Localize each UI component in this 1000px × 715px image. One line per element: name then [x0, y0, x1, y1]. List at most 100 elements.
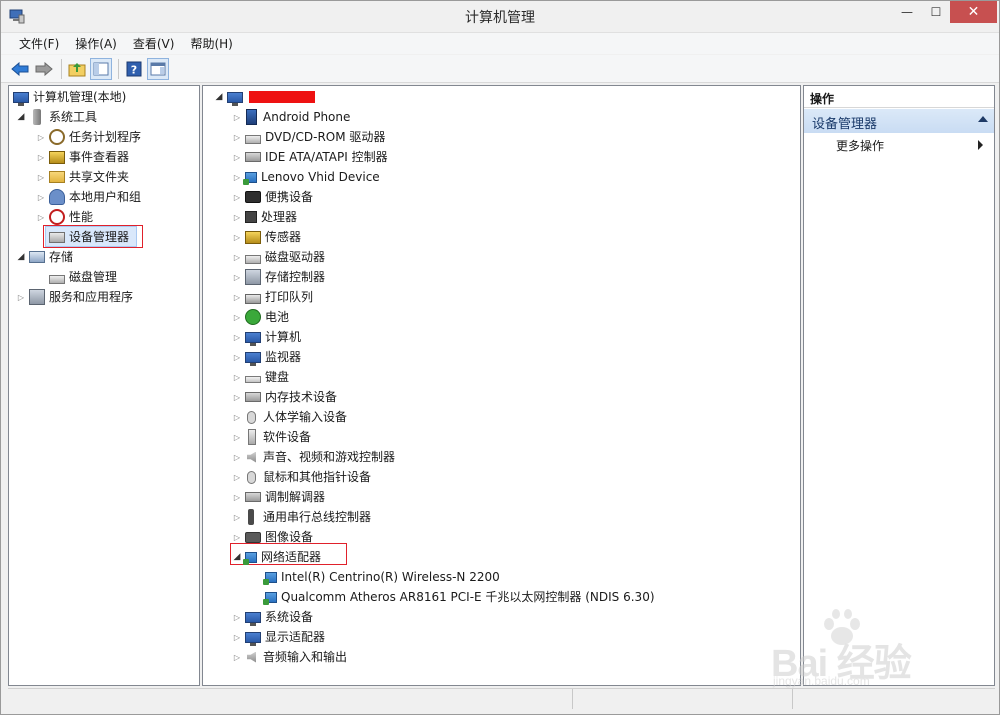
device-category[interactable]: ▷ 人体学输入设备	[231, 407, 347, 427]
submenu-arrow-icon	[978, 140, 983, 150]
collapse-arrow-icon[interactable]: ◢	[15, 247, 27, 267]
device-category[interactable]: ▷ 传感器	[231, 227, 301, 247]
expand-arrow-icon[interactable]: ▷	[231, 327, 243, 347]
maximize-button[interactable]: ☐	[922, 1, 950, 23]
tree-event-viewer[interactable]: ▷ 事件查看器	[35, 147, 129, 167]
more-actions-item[interactable]: 更多操作	[836, 137, 884, 154]
device-category[interactable]: ▷ 通用串行总线控制器	[231, 507, 371, 527]
expand-arrow-icon[interactable]: ▷	[231, 127, 243, 147]
forward-arrow-icon[interactable]	[33, 58, 55, 80]
expand-arrow-icon[interactable]: ▷	[231, 507, 243, 527]
device-category[interactable]: ▷ 计算机	[231, 327, 301, 347]
menu-action[interactable]: 操作(A)	[67, 33, 125, 55]
expand-arrow-icon[interactable]: ▷	[231, 107, 243, 127]
menu-file[interactable]: 文件(F)	[11, 33, 67, 55]
up-folder-icon[interactable]	[66, 58, 88, 80]
system-device-icon	[245, 611, 261, 626]
device-category[interactable]: ▷ 音频输入和输出	[231, 647, 347, 667]
device-tree[interactable]: ◢ ▷ Android Phone ▷ DVD/CD-ROM 驱动器 ▷ IDE…	[202, 85, 801, 686]
show-hide-tree-icon[interactable]	[90, 57, 112, 80]
tree-local-users[interactable]: ▷ 本地用户和组	[35, 187, 141, 207]
status-bar	[8, 688, 995, 710]
tree-root[interactable]: 计算机管理(本地)	[11, 87, 126, 107]
properties-icon[interactable]	[147, 57, 169, 80]
device-category[interactable]: ▷ IDE ATA/ATAPI 控制器	[231, 147, 388, 167]
back-arrow-icon[interactable]	[9, 58, 31, 80]
expand-arrow-icon[interactable]: ▷	[35, 147, 47, 167]
device-category[interactable]: ▷ 显示适配器	[231, 627, 325, 647]
collapse-arrow-icon[interactable]: ◢	[213, 87, 225, 107]
device-category[interactable]: ▷ Android Phone	[231, 107, 350, 127]
device-category[interactable]: ▷ 键盘	[231, 367, 289, 387]
expand-arrow-icon[interactable]: ▷	[231, 467, 243, 487]
expand-arrow-icon[interactable]: ▷	[15, 287, 27, 307]
expand-arrow-icon[interactable]: ▷	[231, 607, 243, 627]
printer-icon	[245, 293, 261, 304]
device-category[interactable]: ▷ 声音、视频和游戏控制器	[231, 447, 395, 467]
collapse-caret-icon[interactable]	[978, 116, 988, 122]
monitor-icon	[245, 351, 261, 366]
expand-arrow-icon[interactable]: ▷	[231, 407, 243, 427]
device-category[interactable]: ▷ 系统设备	[231, 607, 313, 627]
device-category[interactable]: ▷ 打印队列	[231, 287, 313, 307]
close-button[interactable]: ✕	[950, 1, 997, 23]
expand-arrow-icon[interactable]: ▷	[231, 227, 243, 247]
menu-help[interactable]: 帮助(H)	[182, 33, 240, 55]
console-tree[interactable]: 计算机管理(本地) ◢ 系统工具 ▷ 任务计划程序 ▷ 事件查看器 ▷ 共享文件…	[8, 85, 200, 686]
collapse-arrow-icon[interactable]: ◢	[15, 107, 27, 127]
tree-performance[interactable]: ▷ 性能	[35, 207, 93, 227]
expand-arrow-icon[interactable]: ▷	[231, 307, 243, 327]
tree-services-apps[interactable]: ▷ 服务和应用程序	[15, 287, 133, 307]
menu-view[interactable]: 查看(V)	[125, 33, 183, 55]
expand-arrow-icon[interactable]: ▷	[231, 447, 243, 467]
device-tree-root[interactable]: ◢	[213, 87, 315, 107]
device-category[interactable]: ▷ 处理器	[231, 207, 297, 227]
expand-arrow-icon[interactable]: ▷	[231, 267, 243, 287]
expand-arrow-icon[interactable]: ▷	[231, 167, 243, 187]
expand-arrow-icon[interactable]: ▷	[231, 647, 243, 667]
expand-arrow-icon[interactable]: ▷	[35, 167, 47, 187]
title-bar[interactable]: 计算机管理 — ☐ ✕	[1, 1, 999, 31]
expand-arrow-icon[interactable]: ▷	[231, 627, 243, 647]
expand-arrow-icon[interactable]: ▷	[231, 147, 243, 167]
expand-arrow-icon[interactable]: ▷	[231, 287, 243, 307]
expand-arrow-icon[interactable]: ▷	[35, 207, 47, 227]
network-adapter-item[interactable]: Qualcomm Atheros AR8161 PCI-E 千兆以太网控制器 (…	[263, 587, 655, 607]
network-adapter-item[interactable]: Intel(R) Centrino(R) Wireless-N 2200	[263, 567, 500, 587]
network-adapter-icon	[263, 571, 277, 585]
device-category-network[interactable]: ◢ 网络适配器	[231, 547, 321, 567]
expand-arrow-icon[interactable]: ▷	[231, 387, 243, 407]
expand-arrow-icon[interactable]: ▷	[231, 487, 243, 507]
device-category[interactable]: ▷ Lenovo Vhid Device	[231, 167, 380, 187]
device-category[interactable]: ▷ 存储控制器	[231, 267, 325, 287]
collapse-arrow-icon[interactable]: ◢	[231, 547, 243, 567]
expand-arrow-icon[interactable]: ▷	[231, 207, 243, 227]
tree-task-scheduler[interactable]: ▷ 任务计划程序	[35, 127, 141, 147]
help-icon[interactable]: ?	[123, 58, 145, 80]
tree-disk-management[interactable]: 磁盘管理	[35, 267, 117, 287]
device-category[interactable]: ▷ DVD/CD-ROM 驱动器	[231, 127, 386, 147]
device-category[interactable]: ▷ 软件设备	[231, 427, 311, 447]
actions-section-device-manager[interactable]: 设备管理器	[804, 109, 994, 133]
device-category[interactable]: ▷ 监视器	[231, 347, 301, 367]
expand-arrow-icon[interactable]: ▷	[35, 187, 47, 207]
software-device-icon	[248, 429, 256, 445]
expand-arrow-icon[interactable]: ▷	[35, 127, 47, 147]
expand-arrow-icon[interactable]: ▷	[231, 367, 243, 387]
tree-device-manager[interactable]: 设备管理器	[35, 227, 129, 247]
expand-arrow-icon[interactable]: ▷	[231, 427, 243, 447]
tree-system-tools[interactable]: ◢ 系统工具	[15, 107, 97, 127]
expand-arrow-icon[interactable]: ▷	[231, 187, 243, 207]
device-category[interactable]: ▷ 磁盘驱动器	[231, 247, 325, 267]
device-category[interactable]: ▷ 鼠标和其他指针设备	[231, 467, 371, 487]
expand-arrow-icon[interactable]: ▷	[231, 347, 243, 367]
audio-io-icon	[247, 651, 256, 663]
device-category[interactable]: ▷ 调制解调器	[231, 487, 325, 507]
device-category[interactable]: ▷ 内存技术设备	[231, 387, 337, 407]
expand-arrow-icon[interactable]: ▷	[231, 247, 243, 267]
device-category[interactable]: ▷ 便携设备	[231, 187, 313, 207]
tree-shared-folders[interactable]: ▷ 共享文件夹	[35, 167, 129, 187]
tree-storage[interactable]: ◢ 存储	[15, 247, 73, 267]
device-category[interactable]: ▷ 电池	[231, 307, 289, 327]
minimize-button[interactable]: —	[892, 1, 922, 23]
